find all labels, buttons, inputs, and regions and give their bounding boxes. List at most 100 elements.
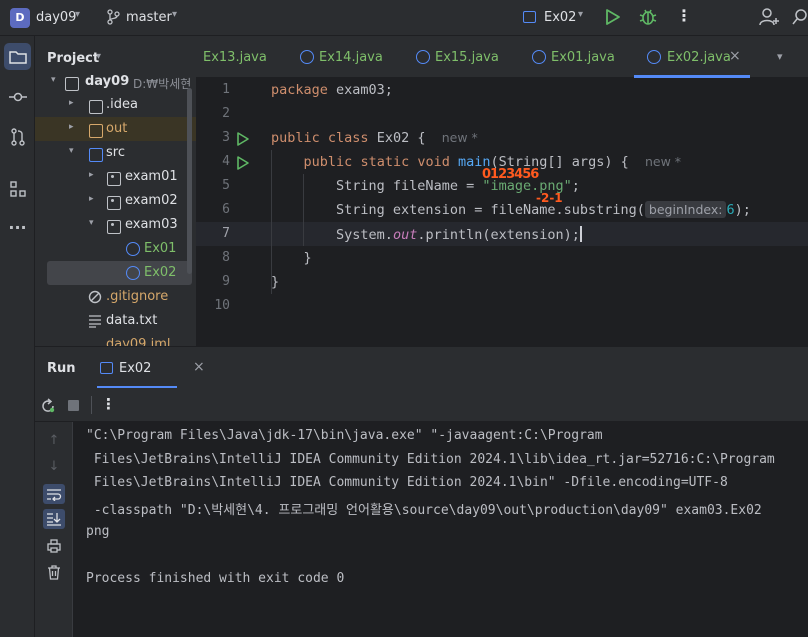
folder-icon (89, 124, 103, 138)
title-bar: D day09 ▾ master ▾ Ex02 ▾ ⋮ (0, 0, 808, 36)
project-name[interactable]: day09 (36, 10, 76, 25)
run-gutter-icon[interactable] (236, 131, 250, 147)
run-gutter-icon[interactable] (236, 155, 250, 171)
tree-item-label: exam01 (125, 169, 178, 184)
rerun-icon[interactable] (40, 398, 56, 414)
close-icon[interactable]: × (193, 359, 205, 375)
code-line-6: String extension = fileName.substring(be… (336, 201, 751, 218)
add-user-icon[interactable] (758, 6, 780, 28)
tree-root-day09[interactable]: ▾ day09 D:₩박세현 (35, 70, 196, 94)
package-icon (107, 196, 121, 210)
tree-item-label: day09 (85, 74, 130, 89)
run-side-toolbar: ↑ ↓ (35, 422, 73, 637)
tree-item-idea[interactable]: ▸ .idea (35, 93, 196, 117)
package-icon (107, 172, 121, 186)
soft-wrap-icon[interactable] (43, 484, 65, 504)
chevron-right-icon[interactable]: ▸ (69, 122, 74, 132)
search-icon[interactable] (792, 8, 808, 26)
chevron-down-icon[interactable]: ▾ (89, 218, 94, 228)
project-folder-icon[interactable] (4, 43, 31, 70)
run-tab-ex02[interactable]: Ex02 (97, 347, 177, 389)
tab-ex01[interactable]: Ex01.java (532, 36, 632, 78)
tree-item-label: exam02 (125, 193, 178, 208)
chevron-down-icon[interactable]: ▾ (172, 9, 177, 20)
chevron-down-icon[interactable]: ▾ (69, 146, 74, 156)
tab-ex13[interactable]: Ex13.java (202, 36, 282, 78)
tree-item-day09-iml[interactable]: day09.iml (35, 333, 196, 346)
run-config-icon (100, 362, 113, 374)
tab-label: Ex15.java (435, 50, 499, 65)
tab-ex15[interactable]: Ex15.java (416, 36, 516, 78)
more-horizontal-icon[interactable]: ··· (4, 214, 31, 241)
arrow-down-icon[interactable]: ↓ (43, 456, 65, 476)
project-panel: Project ▾ ▾ day09 D:₩박세현 ▸ .idea ▸ out ▾… (35, 36, 196, 346)
run-toolbar: ⋮ (35, 388, 808, 422)
tab-label: Ex02.java (667, 50, 731, 65)
run-panel-header: Run Ex02 × (35, 346, 808, 389)
more-vertical-icon[interactable]: ⋮ (676, 6, 692, 25)
project-scrollbar[interactable] (187, 88, 192, 274)
tree-item-data-txt[interactable]: data.txt (35, 309, 196, 333)
git-branch-icon[interactable] (106, 9, 120, 25)
tree-item-ex01[interactable]: Ex01 (35, 237, 196, 261)
stop-icon[interactable] (68, 400, 79, 411)
more-vertical-icon[interactable]: ⋮ (101, 395, 116, 413)
tab-ex14[interactable]: Ex14.java (300, 36, 400, 78)
handwritten-index-annotation: 0123456 (482, 167, 539, 182)
tree-item-src[interactable]: ▾ src (35, 141, 196, 165)
code-line-8: } (303, 250, 312, 266)
run-console[interactable]: "C:\Program Files\Java\jdk-17\bin\java.e… (73, 422, 808, 637)
author-hint: new * (644, 154, 682, 169)
line-number: 4 (222, 154, 230, 169)
toolbar-divider (91, 396, 92, 414)
chevron-down-icon[interactable]: ▾ (578, 9, 583, 20)
chevron-right-icon[interactable]: ▸ (89, 170, 94, 180)
indent-guide (271, 150, 272, 294)
tool-window-strip: ··· (0, 36, 35, 637)
console-line: Files\JetBrains\IntelliJ IDEA Community … (86, 475, 728, 490)
handwritten-negative-index-annotation: -2-1 (536, 191, 563, 205)
tree-item-gitignore[interactable]: .gitignore (35, 285, 196, 309)
tab-label: Ex13.java (203, 50, 267, 65)
tree-item-exam01[interactable]: ▸ exam01 (35, 165, 196, 189)
branch-name[interactable]: master (126, 10, 172, 25)
arrow-up-icon[interactable]: ↑ (43, 430, 65, 450)
tree-item-label: day09.iml (106, 337, 171, 346)
chevron-right-icon[interactable]: ▸ (89, 194, 94, 204)
run-config-icon[interactable] (523, 11, 536, 23)
console-output: png (86, 524, 110, 539)
code-line-4: public static void main(String[] args) {… (303, 154, 682, 170)
tree-item-out[interactable]: ▸ out (35, 117, 196, 141)
pull-request-icon[interactable] (4, 123, 31, 150)
chevron-down-icon[interactable]: ▾ (51, 75, 56, 85)
debug-icon[interactable] (639, 7, 657, 27)
chevron-down-icon[interactable]: ▾ (777, 50, 783, 63)
source-folder-icon (89, 148, 103, 162)
structure-icon[interactable] (4, 175, 31, 202)
java-class-icon (126, 242, 140, 256)
tab-label: Ex01.java (551, 50, 615, 65)
code-editor[interactable]: 1 2 3 4 5 6 7 8 9 10 package exam03; pub… (196, 78, 808, 346)
tab-ex02[interactable]: Ex02.java × (634, 36, 750, 78)
project-panel-title[interactable]: Project (47, 51, 99, 66)
line-number: 7 (222, 226, 230, 241)
console-line: -classpath "D:\박세현\4. 프로그래밍 언어활용\source\… (86, 503, 762, 518)
commit-icon[interactable] (4, 83, 31, 110)
run-panel-title[interactable]: Run (47, 361, 76, 376)
run-icon[interactable] (605, 8, 621, 26)
project-badge[interactable]: D (10, 8, 30, 28)
tree-item-exam02[interactable]: ▸ exam02 (35, 189, 196, 213)
chevron-down-icon[interactable]: ▾ (96, 51, 101, 62)
line-number: 3 (222, 130, 230, 145)
java-class-icon (300, 50, 314, 64)
close-icon[interactable]: × (729, 48, 741, 64)
java-class-icon (532, 50, 546, 64)
chevron-down-icon[interactable]: ▾ (75, 9, 80, 20)
trash-icon[interactable] (43, 562, 65, 582)
run-config-name[interactable]: Ex02 (544, 10, 576, 25)
print-icon[interactable] (43, 536, 65, 556)
scroll-to-end-icon[interactable] (43, 509, 65, 529)
chevron-right-icon[interactable]: ▸ (69, 98, 74, 108)
tree-item-ex02[interactable]: Ex02 (47, 261, 192, 285)
tree-item-exam03[interactable]: ▾ exam03 (35, 213, 196, 237)
